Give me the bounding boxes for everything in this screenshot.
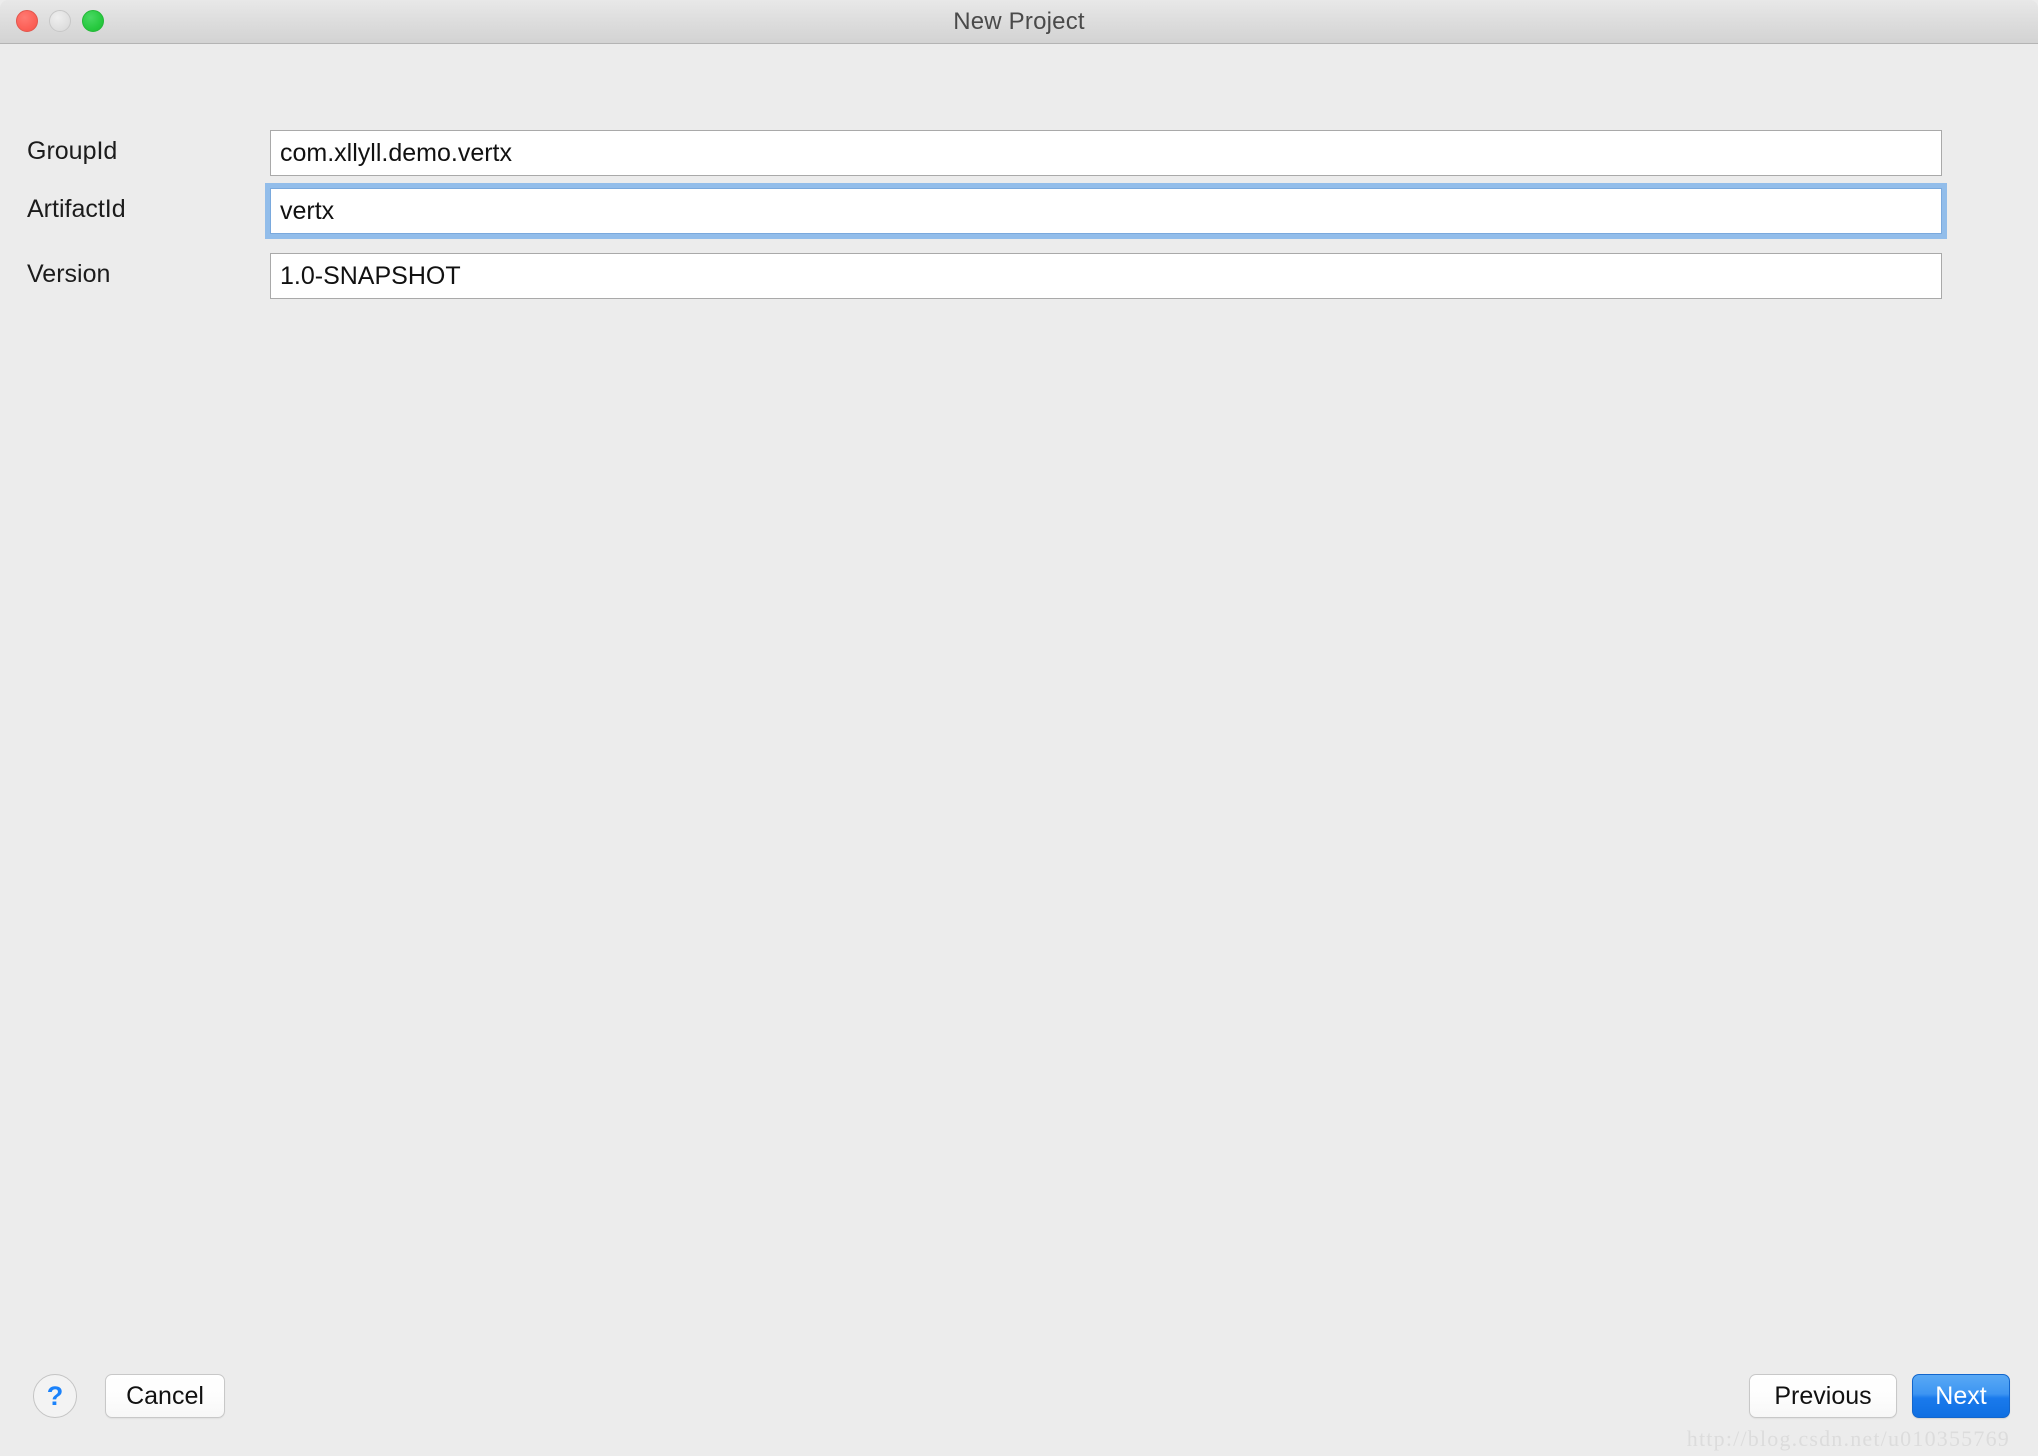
version-label: Version xyxy=(27,260,111,288)
artifactid-label: ArtifactId xyxy=(27,195,126,223)
artifactid-input[interactable] xyxy=(270,188,1942,234)
next-button[interactable]: Next xyxy=(1912,1374,2010,1418)
watermark-text: http://blog.csdn.net/u010355769 xyxy=(1686,1426,2010,1451)
window-titlebar: New Project xyxy=(0,0,2038,44)
cancel-button[interactable]: Cancel xyxy=(105,1374,225,1418)
previous-button[interactable]: Previous xyxy=(1749,1374,1897,1418)
groupid-input[interactable] xyxy=(270,130,1942,176)
window-title: New Project xyxy=(953,8,1085,35)
help-icon[interactable]: ? xyxy=(33,1374,77,1418)
groupid-label: GroupId xyxy=(27,137,118,165)
new-project-dialog: New Project GroupId ArtifactId Version ?… xyxy=(0,0,2038,1456)
version-input[interactable] xyxy=(270,253,1942,299)
